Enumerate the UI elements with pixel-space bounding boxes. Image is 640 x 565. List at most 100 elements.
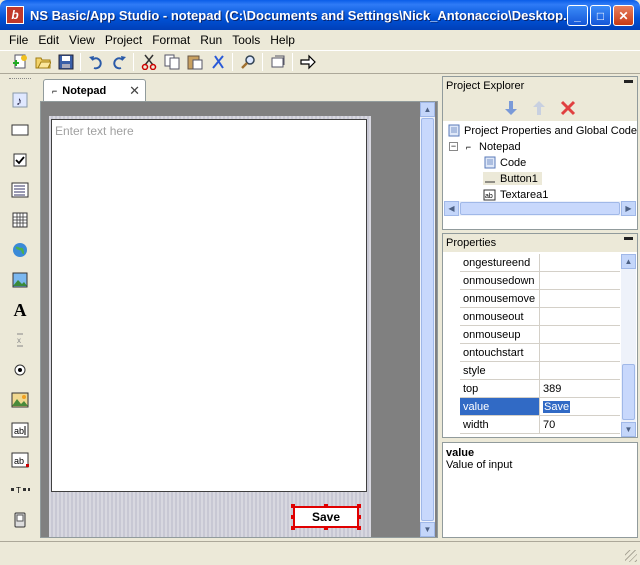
property-row[interactable]: ontouchstart bbox=[460, 344, 620, 362]
close-button[interactable]: ✕ bbox=[613, 5, 634, 26]
collapse-icon[interactable]: − bbox=[449, 142, 458, 151]
properties-vertical-scrollbar[interactable]: ▲ ▼ bbox=[621, 254, 636, 437]
property-row[interactable]: ongestureend bbox=[460, 254, 620, 272]
resize-handle[interactable] bbox=[291, 515, 295, 519]
list-icon[interactable] bbox=[10, 180, 30, 200]
menu-edit[interactable]: Edit bbox=[33, 33, 64, 47]
save-icon[interactable] bbox=[54, 51, 77, 73]
spinner-icon[interactable]: x bbox=[10, 330, 30, 350]
property-row[interactable]: onmouseout bbox=[460, 308, 620, 326]
resize-handle[interactable] bbox=[357, 526, 361, 530]
redo-icon[interactable] bbox=[107, 51, 130, 73]
scroll-right-icon[interactable]: ▶ bbox=[621, 201, 636, 216]
palette-grip bbox=[9, 78, 31, 81]
resize-handle[interactable] bbox=[291, 526, 295, 530]
scroll-up-icon[interactable]: ▲ bbox=[621, 254, 636, 269]
copy-icon[interactable] bbox=[160, 51, 183, 73]
tab-notepad[interactable]: ⌐ Notepad ✕ bbox=[43, 79, 146, 101]
scroll-down-icon[interactable]: ▼ bbox=[420, 522, 435, 537]
property-row[interactable]: top 389 bbox=[460, 380, 620, 398]
title-bar: b NS Basic/App Studio - notepad (C:\Docu… bbox=[0, 0, 640, 30]
editor-vertical-scrollbar[interactable]: ▲ ▼ bbox=[420, 102, 435, 537]
tree-item-button1[interactable]: Button1 bbox=[483, 172, 542, 185]
property-value-input[interactable]: Save bbox=[543, 400, 571, 413]
svg-text:♪: ♪ bbox=[16, 94, 22, 108]
picture-icon[interactable] bbox=[10, 390, 30, 410]
project-explorer-header: Project Explorer bbox=[443, 77, 637, 95]
move-down-icon[interactable] bbox=[504, 100, 518, 116]
tree-item-code[interactable]: Code bbox=[483, 156, 526, 169]
svg-text:ab: ab bbox=[14, 426, 24, 436]
properties-panel: Properties ongestureend onmousedown onmo… bbox=[442, 233, 638, 438]
document-icon bbox=[447, 124, 460, 137]
property-row[interactable]: style bbox=[460, 362, 620, 380]
scroll-thumb[interactable] bbox=[460, 202, 620, 215]
textarea-icon[interactable]: ab bbox=[10, 450, 30, 470]
button-icon bbox=[483, 172, 496, 185]
menu-tools[interactable]: Tools bbox=[227, 33, 265, 47]
resize-handle[interactable] bbox=[324, 526, 328, 530]
property-row-selected[interactable]: value Save bbox=[460, 398, 620, 416]
menu-run[interactable]: Run bbox=[195, 33, 227, 47]
globe-icon[interactable] bbox=[10, 240, 30, 260]
remove-icon[interactable] bbox=[560, 100, 576, 116]
tree-horizontal-scrollbar[interactable]: ◀ ▶ bbox=[444, 201, 636, 216]
open-icon[interactable] bbox=[31, 51, 54, 73]
paste-icon[interactable] bbox=[183, 51, 206, 73]
minimize-panel-icon[interactable] bbox=[624, 237, 633, 240]
minimize-panel-icon[interactable] bbox=[624, 80, 633, 83]
tab-close-icon[interactable]: ✕ bbox=[129, 83, 140, 99]
status-bar bbox=[0, 541, 640, 565]
delete-icon[interactable] bbox=[206, 51, 229, 73]
toolbar-separator bbox=[262, 53, 263, 71]
scroll-left-icon[interactable]: ◀ bbox=[444, 201, 459, 216]
grid-icon[interactable] bbox=[10, 210, 30, 230]
resize-handle[interactable] bbox=[357, 504, 361, 508]
button-icon[interactable] bbox=[10, 120, 30, 140]
property-row[interactable]: onmousemove bbox=[460, 290, 620, 308]
resize-handle[interactable] bbox=[324, 504, 328, 508]
cut-icon[interactable] bbox=[137, 51, 160, 73]
menu-format[interactable]: Format bbox=[147, 33, 195, 47]
scroll-up-icon[interactable]: ▲ bbox=[420, 102, 435, 117]
textarea1[interactable]: Enter text here bbox=[51, 119, 367, 492]
resize-handle[interactable] bbox=[291, 504, 295, 508]
menu-view[interactable]: View bbox=[64, 33, 100, 47]
textbox-icon[interactable]: ab bbox=[10, 420, 30, 440]
scroll-down-icon[interactable]: ▼ bbox=[621, 422, 636, 437]
deploy-icon[interactable] bbox=[266, 51, 289, 73]
undo-icon[interactable] bbox=[84, 51, 107, 73]
run-icon[interactable] bbox=[296, 51, 319, 73]
menu-project[interactable]: Project bbox=[100, 33, 147, 47]
find-icon[interactable] bbox=[236, 51, 259, 73]
html-icon[interactable]: T bbox=[10, 480, 30, 500]
scroll-thumb[interactable] bbox=[622, 364, 635, 420]
maximize-button[interactable]: □ bbox=[590, 5, 611, 26]
radio-icon[interactable] bbox=[10, 360, 30, 380]
save-button[interactable]: Save bbox=[293, 506, 359, 528]
checkbox-icon[interactable] bbox=[10, 150, 30, 170]
menu-help[interactable]: Help bbox=[265, 33, 300, 47]
resize-grip-icon[interactable] bbox=[625, 550, 637, 562]
property-row[interactable]: onmousedown bbox=[460, 272, 620, 290]
tree-item-textarea1[interactable]: ab Textarea1 bbox=[483, 188, 548, 201]
resize-handle[interactable] bbox=[357, 515, 361, 519]
tree-item-project[interactable]: Project Properties and Global Code bbox=[447, 124, 637, 137]
minimize-button[interactable]: _ bbox=[567, 5, 588, 26]
label-icon[interactable]: A bbox=[10, 300, 30, 320]
new-project-icon[interactable] bbox=[8, 51, 31, 73]
phone-icon[interactable] bbox=[10, 510, 30, 530]
properties-title: Properties bbox=[446, 237, 497, 249]
scroll-thumb[interactable] bbox=[421, 118, 434, 521]
move-up-icon[interactable] bbox=[532, 100, 546, 116]
menu-file[interactable]: File bbox=[4, 33, 33, 47]
image-icon[interactable] bbox=[10, 270, 30, 290]
property-row[interactable]: width 70 bbox=[460, 416, 620, 434]
form-icon: ⌐ bbox=[52, 85, 58, 96]
audio-icon[interactable]: ♪ bbox=[10, 90, 30, 110]
tree-item-notepad[interactable]: − ⌐ Notepad bbox=[449, 140, 521, 153]
svg-text:ab: ab bbox=[14, 456, 24, 466]
form-notepad[interactable]: Enter text here Save bbox=[49, 116, 371, 537]
toolbar bbox=[0, 50, 640, 74]
property-row[interactable]: onmouseup bbox=[460, 326, 620, 344]
